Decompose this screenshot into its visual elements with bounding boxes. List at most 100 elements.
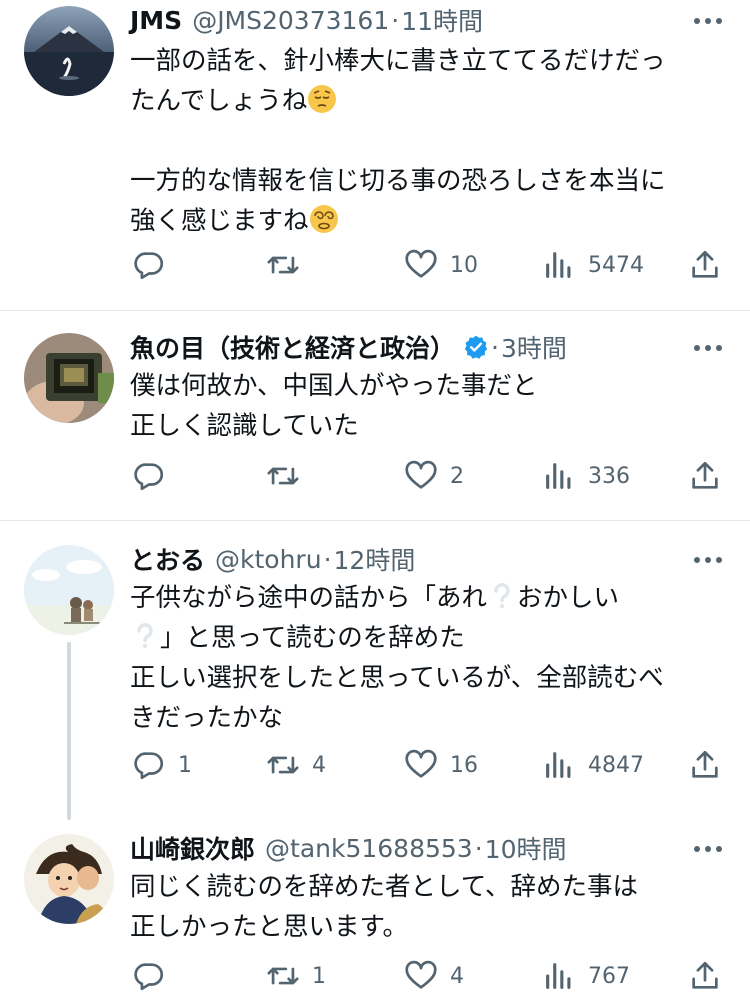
like-button[interactable]: 4 bbox=[404, 954, 464, 998]
like-count: 2 bbox=[450, 463, 464, 489]
reply-icon bbox=[134, 252, 164, 280]
text-line: 子供ながら途中の話から「あれ bbox=[130, 583, 488, 613]
reply-icon bbox=[134, 752, 164, 780]
tweet-header: 山崎銀次郎 @tank51688553 · 10時間 bbox=[130, 830, 566, 866]
analytics-icon bbox=[546, 252, 571, 278]
timestamp[interactable]: 10時間 bbox=[485, 830, 567, 866]
tweet-actions: 10 5474 bbox=[130, 243, 730, 287]
text-line: 強く感じますね bbox=[130, 206, 309, 236]
like-button[interactable]: 16 bbox=[404, 743, 478, 787]
text-line: きだったかな bbox=[130, 703, 284, 733]
share-button[interactable] bbox=[688, 954, 722, 998]
white-question-mark-icon bbox=[487, 581, 517, 611]
like-button[interactable]: 2 bbox=[404, 454, 464, 498]
tweet[interactable]: とおる @ktohru · 12時間 子供ながら途中の話から「あれ おかしい 」と… bbox=[0, 521, 750, 821]
reply-count: 1 bbox=[178, 752, 192, 778]
verified-badge-icon bbox=[463, 334, 489, 360]
dizzy-face-icon bbox=[309, 204, 339, 234]
reply-button[interactable] bbox=[132, 954, 178, 998]
display-name[interactable]: 山崎銀次郎 bbox=[130, 830, 255, 866]
heart-icon bbox=[405, 249, 437, 278]
view-count: 4847 bbox=[588, 752, 644, 778]
text-line: 同じく読むのを辞めた者として、辞めた事は bbox=[130, 872, 638, 902]
tweet-actions: 1 4 767 bbox=[130, 954, 730, 998]
retweet-button[interactable]: 4 bbox=[266, 743, 326, 787]
text-line: 一部の話を、針小棒大に書き立ててるだけだっ bbox=[130, 46, 666, 76]
illustration-image bbox=[24, 545, 114, 635]
more-icon bbox=[694, 18, 722, 24]
tweet-actions: 2 336 bbox=[130, 454, 730, 498]
tweet-text: 一部の話を、針小棒大に書き立ててるだけだっ たんでしょうね 一方的な情報を信じ切… bbox=[130, 41, 730, 241]
share-button[interactable] bbox=[688, 743, 722, 787]
user-handle[interactable]: @tank51688553 bbox=[265, 834, 473, 863]
tweet-header: JMS @JMS20373161 · 11時間 bbox=[130, 2, 483, 38]
anime-character-image bbox=[24, 834, 114, 924]
analytics-icon bbox=[546, 963, 571, 989]
more-icon bbox=[694, 345, 722, 351]
avatar[interactable] bbox=[24, 333, 114, 423]
avatar[interactable] bbox=[24, 6, 114, 96]
retweet-icon bbox=[267, 256, 299, 274]
text-line: 正しい選択をしたと思っているが、全部読むべ bbox=[130, 663, 664, 693]
views-button[interactable]: 336 bbox=[542, 454, 630, 498]
tweet[interactable]: 山崎銀次郎 @tank51688553 · 10時間 同じく読むのを辞めた者とし… bbox=[0, 821, 750, 1002]
more-options-button[interactable] bbox=[690, 6, 726, 36]
timestamp[interactable]: 3時間 bbox=[501, 329, 567, 365]
tweet[interactable]: JMS @JMS20373161 · 11時間 一部の話を、針小棒大に書き立てて… bbox=[0, 0, 750, 310]
display-name[interactable]: 魚の目（技術と経済と政治） bbox=[130, 329, 455, 365]
text-line: 正しく認識していた bbox=[130, 411, 359, 441]
heart-icon bbox=[405, 749, 437, 778]
tweet-text: 子供ながら途中の話から「あれ おかしい 」と思って読むのを辞めた 正しい選択をした… bbox=[130, 578, 730, 738]
tweet[interactable]: 魚の目（技術と経済と政治） · 3時間 僕は何故か、中国人がやった事だと 正しく… bbox=[0, 311, 750, 520]
reply-button[interactable] bbox=[132, 243, 178, 287]
tweet-text: 僕は何故か、中国人がやった事だと 正しく認識していた bbox=[130, 366, 730, 446]
timestamp[interactable]: 12時間 bbox=[334, 541, 416, 577]
view-count: 336 bbox=[588, 463, 630, 489]
user-handle[interactable]: @ktohru bbox=[215, 545, 322, 574]
heart-icon bbox=[405, 460, 437, 489]
display-name[interactable]: JMS bbox=[130, 6, 182, 35]
views-button[interactable]: 5474 bbox=[542, 243, 644, 287]
heart-icon bbox=[405, 960, 437, 989]
text-line: 一方的な情報を信じ切る事の恐ろしさを本当に bbox=[130, 166, 666, 196]
like-count: 16 bbox=[450, 752, 478, 778]
text-line: 」と思って読むのを辞めた bbox=[160, 623, 465, 653]
analytics-icon bbox=[546, 752, 571, 778]
views-button[interactable]: 767 bbox=[542, 954, 630, 998]
view-count: 5474 bbox=[588, 252, 644, 278]
retweet-button[interactable]: 1 bbox=[266, 954, 326, 998]
retweet-button[interactable] bbox=[266, 243, 312, 287]
more-options-button[interactable] bbox=[690, 545, 726, 575]
view-count: 767 bbox=[588, 963, 630, 989]
more-options-button[interactable] bbox=[690, 834, 726, 864]
text-line: 正しかったと思います。 bbox=[130, 912, 408, 942]
avatar[interactable] bbox=[24, 834, 114, 924]
white-question-mark-icon bbox=[130, 621, 160, 651]
retweet-button[interactable] bbox=[266, 454, 312, 498]
reply-icon bbox=[134, 463, 164, 491]
display-name[interactable]: とおる bbox=[130, 541, 205, 577]
tweet-header: 魚の目（技術と経済と政治） · 3時間 bbox=[130, 329, 567, 365]
share-icon bbox=[692, 250, 718, 278]
analytics-icon bbox=[546, 463, 571, 489]
more-icon bbox=[694, 846, 722, 852]
more-icon bbox=[694, 557, 722, 563]
share-icon bbox=[692, 750, 718, 778]
share-button[interactable] bbox=[688, 454, 722, 498]
retweet-count: 4 bbox=[312, 752, 326, 778]
views-button[interactable]: 4847 bbox=[542, 743, 644, 787]
reply-button[interactable]: 1 bbox=[132, 743, 192, 787]
avatar[interactable] bbox=[24, 545, 114, 635]
reply-button[interactable] bbox=[132, 454, 178, 498]
retweet-icon bbox=[267, 967, 299, 985]
like-count: 4 bbox=[450, 963, 464, 989]
timestamp[interactable]: 11時間 bbox=[401, 2, 483, 38]
mountain-lake-image bbox=[24, 6, 114, 96]
tweet-actions: 1 4 16 4847 bbox=[130, 743, 730, 787]
share-icon bbox=[692, 961, 718, 989]
like-button[interactable]: 10 bbox=[404, 243, 478, 287]
retweet-icon bbox=[267, 756, 299, 774]
user-handle[interactable]: @JMS20373161 bbox=[192, 6, 389, 35]
share-button[interactable] bbox=[688, 243, 722, 287]
more-options-button[interactable] bbox=[690, 333, 726, 363]
